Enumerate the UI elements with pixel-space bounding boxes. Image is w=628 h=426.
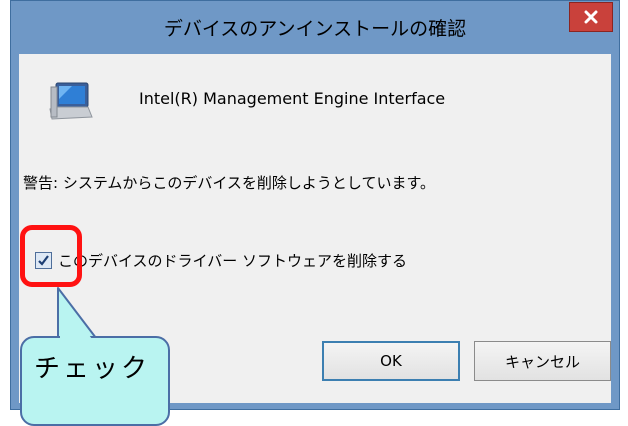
close-button[interactable] (569, 2, 613, 32)
warning-text: 警告: システムからこのデバイスを削除しようとしています。 (23, 174, 435, 192)
ok-button[interactable]: OK (322, 341, 460, 381)
close-icon (584, 10, 598, 24)
dialog-title: デバイスのアンインストールの確認 (163, 18, 467, 40)
delete-driver-label[interactable]: このデバイスのドライバー ソフトウェアを削除する (58, 250, 407, 271)
monitor-icon (49, 82, 93, 120)
delete-driver-option[interactable]: このデバイスのドライバー ソフトウェアを削除する (35, 250, 407, 271)
annotation-callout: チェック (20, 336, 170, 426)
callout-text: チェック (34, 354, 151, 384)
checkbox-highlight-frame (20, 225, 82, 287)
device-name: Intel(R) Management Engine Interface (139, 89, 446, 108)
cancel-button[interactable]: キャンセル (474, 341, 611, 381)
title-bar[interactable]: デバイスのアンインストールの確認 (11, 1, 619, 53)
